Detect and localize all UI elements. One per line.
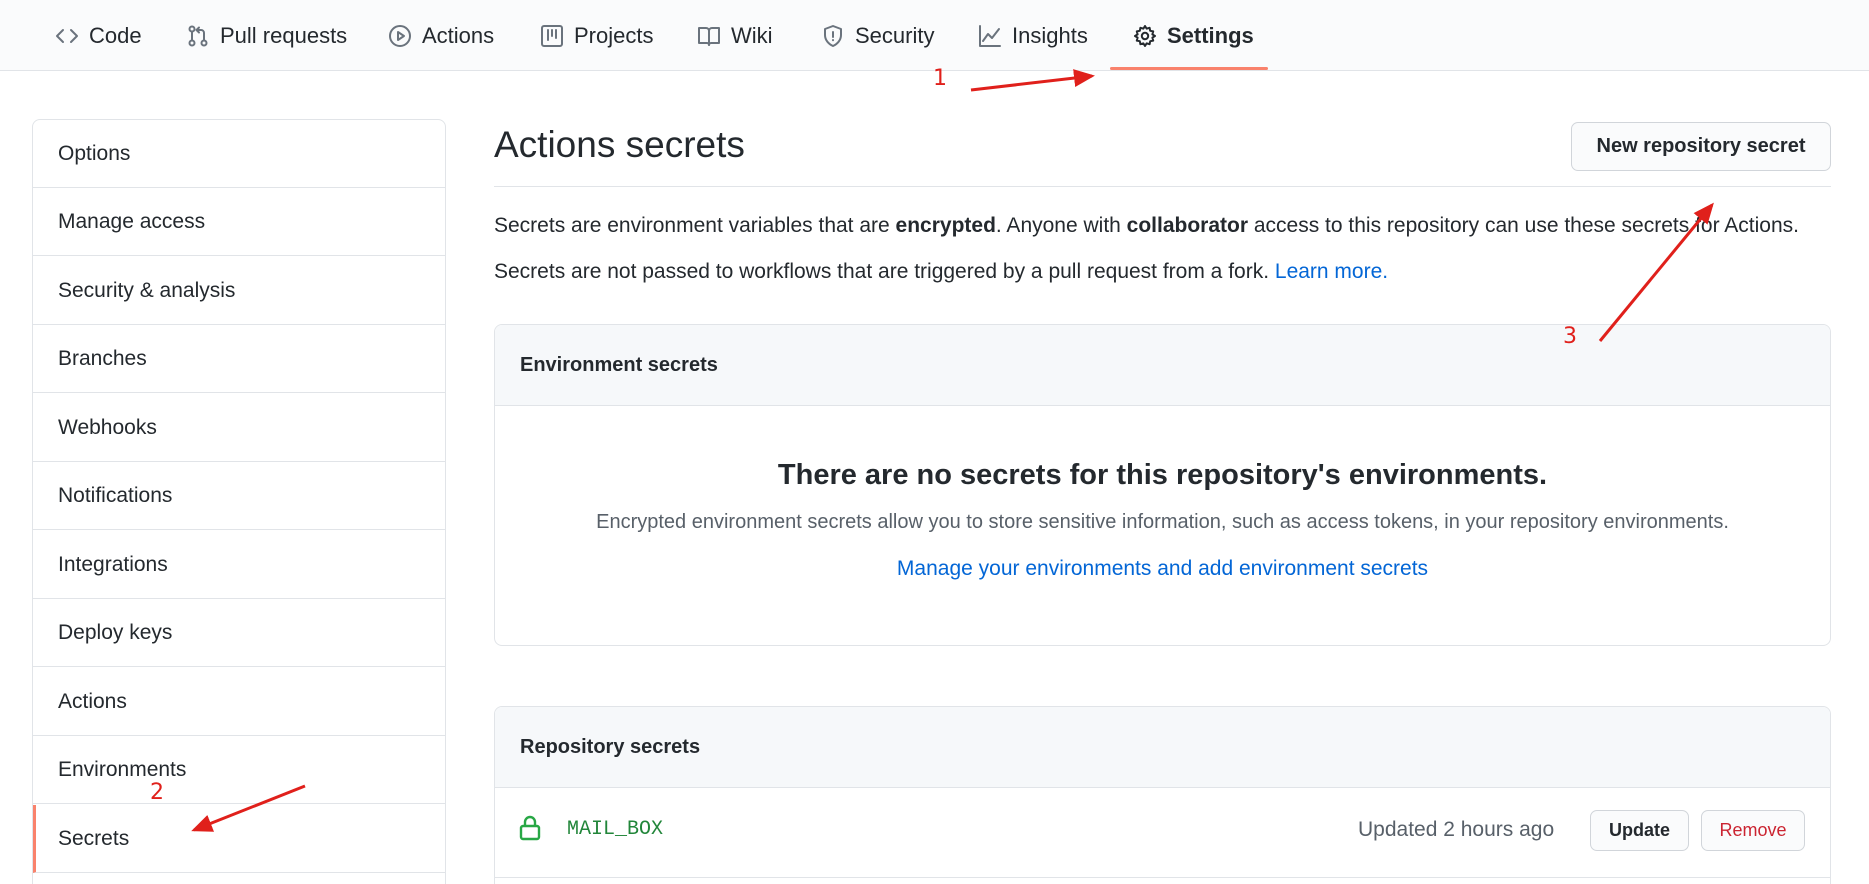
tab-label: Pull requests	[220, 22, 348, 48]
annotation-number-2: 2	[150, 780, 164, 805]
sidebar-item-label: Manage access	[58, 209, 206, 233]
sidebar-item-security-analysis[interactable]: Security & analysis	[33, 257, 445, 325]
tab-label: Projects	[574, 22, 654, 48]
selected-tab-indicator	[1110, 67, 1268, 70]
remove-secret-button[interactable]: Remove	[1701, 810, 1805, 851]
blank-state-title: There are no secrets for this repository…	[777, 459, 1548, 491]
sidebar-item-label: Actions	[58, 689, 127, 713]
tab-security[interactable]: Security	[821, 0, 934, 71]
pull-request-icon	[188, 25, 208, 46]
sidebar-item-label: Environments	[58, 757, 187, 781]
tab-code[interactable]: Code	[55, 0, 142, 71]
sidebar-item-webhooks[interactable]: Webhooks	[33, 394, 445, 462]
sidebar-item-label: Security & analysis	[58, 278, 236, 302]
sidebar-item-integrations[interactable]: Integrations	[33, 531, 445, 599]
settings-sidebar: Options Manage access Security & analysi…	[32, 119, 446, 884]
sidebar-item-label: Secrets	[58, 826, 130, 850]
sidebar-item-actions[interactable]: Actions	[33, 668, 445, 736]
tab-actions[interactable]: Actions	[388, 0, 494, 71]
sidebar-item-environments[interactable]: Environments	[33, 736, 445, 804]
desc-bold-collaborator: collaborator	[1126, 214, 1249, 237]
project-icon	[541, 24, 563, 47]
tab-label: Actions	[422, 22, 495, 48]
secret-row: MAIL_BOX Updated 2 hours ago Update Remo…	[495, 788, 1830, 878]
fork-note-text: Secrets are not passed to workflows that…	[494, 260, 1275, 283]
sidebar-item-label: Integrations	[58, 552, 168, 576]
sidebar-item-branches[interactable]: Branches	[33, 325, 445, 393]
sidebar-item-notifications[interactable]: Notifications	[33, 462, 445, 530]
page-title: Actions secrets	[494, 124, 745, 165]
tab-label: Code	[89, 22, 142, 48]
desc-text: Secrets are environment variables that a…	[494, 214, 896, 237]
sidebar-item-label: Deploy keys	[58, 620, 173, 644]
sidebar-item-label: Notifications	[58, 483, 173, 507]
sidebar-item-label: Branches	[58, 346, 147, 370]
shield-icon	[824, 24, 842, 47]
blank-state-description: Encrypted environment secrets allow you …	[596, 511, 1729, 533]
repository-secrets-header: Repository secrets	[495, 707, 1830, 788]
gear-icon	[1134, 24, 1156, 47]
repository-secrets-box: Repository secrets MAIL_BOX Updated 2 ho…	[494, 706, 1831, 884]
annotation-number-1: 1	[933, 66, 947, 91]
desc-text: access to this repository can use these …	[1248, 214, 1799, 237]
lock-icon	[519, 815, 541, 841]
sidebar-item-options[interactable]: Options	[33, 120, 445, 188]
tab-label: Settings	[1167, 22, 1254, 48]
learn-more-link[interactable]: Learn more.	[1275, 260, 1388, 283]
annotation-arrow-1	[970, 69, 1095, 92]
tab-pull-requests[interactable]: Pull requests	[186, 0, 347, 71]
sidebar-item-secrets[interactable]: Secrets	[33, 805, 445, 873]
repo-nav: Code Pull requests Actions Projects Wiki…	[0, 0, 1869, 71]
play-icon	[389, 24, 411, 47]
environment-secrets-box: Environment secrets There are no secrets…	[494, 324, 1831, 646]
tab-settings[interactable]: Settings	[1133, 0, 1254, 71]
fork-note: Secrets are not passed to workflows that…	[494, 260, 1388, 284]
tab-label: Wiki	[731, 22, 773, 48]
sidebar-item-label: Webhooks	[58, 415, 157, 439]
title-divider	[494, 186, 1831, 187]
secret-name: MAIL_BOX	[567, 818, 664, 841]
tab-label: Security	[855, 22, 935, 48]
sidebar-item-deploy-keys[interactable]: Deploy keys	[33, 599, 445, 667]
secret-updated-time: Updated 2 hours ago	[1358, 818, 1555, 841]
secrets-description: Secrets are environment variables that a…	[494, 214, 1799, 238]
sidebar-item-label: Options	[58, 141, 131, 165]
desc-text: . Anyone with	[995, 214, 1127, 237]
new-repository-secret-button[interactable]: New repository secret	[1571, 122, 1831, 171]
tab-insights[interactable]: Insights	[978, 0, 1088, 71]
graph-icon	[979, 24, 1001, 47]
update-secret-button[interactable]: Update	[1590, 810, 1689, 851]
environment-secrets-header: Environment secrets	[495, 325, 1830, 406]
book-icon	[698, 26, 720, 46]
annotation-number-3: 3	[1563, 324, 1577, 349]
desc-bold-encrypted: encrypted	[895, 214, 996, 237]
tab-label: Insights	[1012, 22, 1088, 48]
sidebar-item-manage-access[interactable]: Manage access	[33, 188, 445, 256]
tab-projects[interactable]: Projects	[540, 0, 653, 71]
tab-wiki[interactable]: Wiki	[697, 0, 773, 71]
code-icon	[56, 28, 78, 43]
manage-environments-link[interactable]: Manage your environments and add environ…	[897, 557, 1428, 580]
